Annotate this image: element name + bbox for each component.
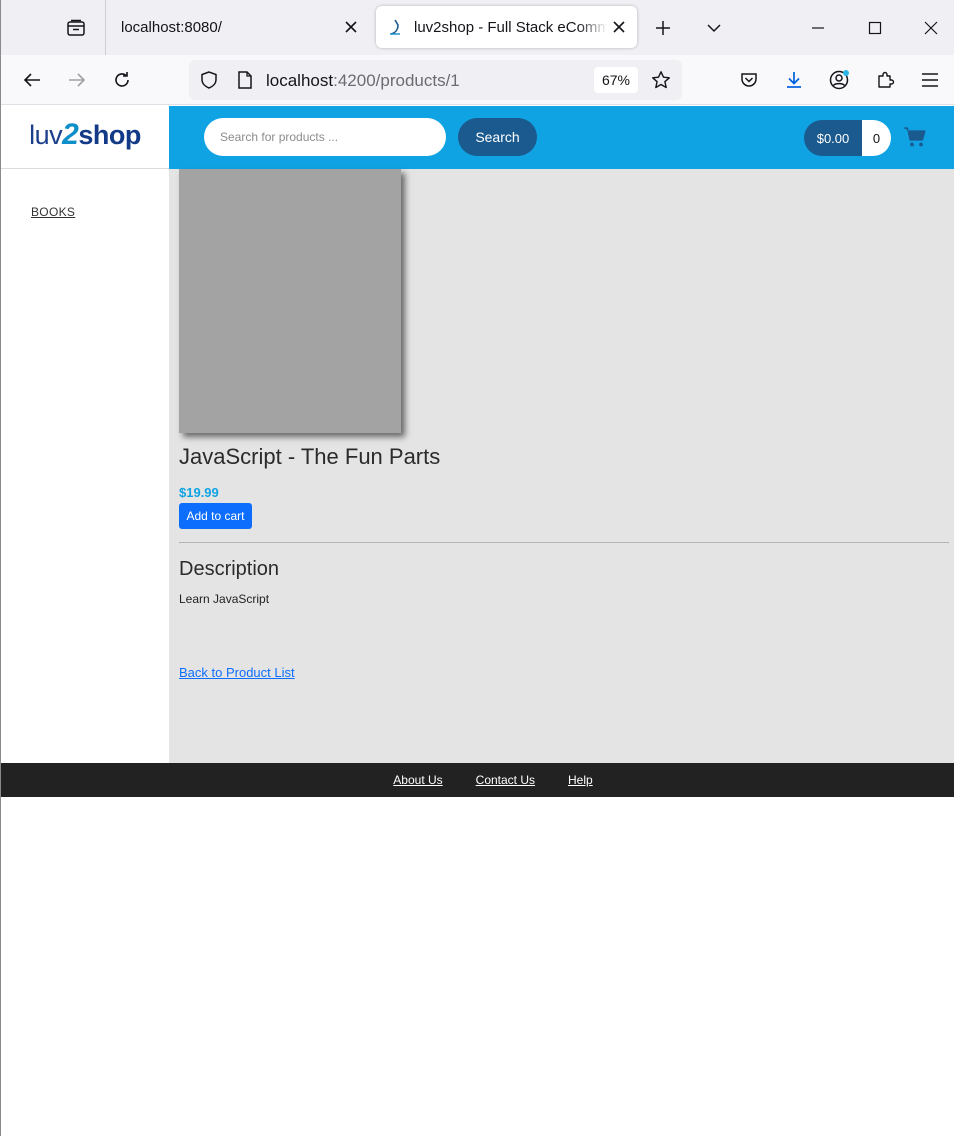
maximize-icon[interactable] [859, 12, 891, 44]
tab-overview-icon[interactable] [53, 10, 99, 46]
minimize-icon[interactable] [802, 12, 834, 44]
zoom-level-button[interactable]: 67% [594, 67, 638, 93]
download-icon[interactable] [778, 64, 810, 96]
url-host: localhost [266, 71, 334, 90]
url-bar[interactable]: localhost:4200/products/1 67% [189, 60, 682, 100]
luv2shop-favicon-icon [390, 19, 400, 35]
shield-icon[interactable] [197, 68, 221, 92]
description-heading: Description [179, 558, 280, 580]
brand-logo[interactable]: luv2shop [1, 106, 169, 169]
tab-title: localhost:8080/ [121, 18, 222, 36]
tab-title: luv2shop - Full Stack eCommerce [414, 18, 607, 36]
sidebar-item-books[interactable]: BOOKS [31, 205, 75, 219]
divider [179, 542, 949, 543]
cart-total: $0.00 [804, 120, 862, 156]
footer-links: About Us Contact Us Help [1, 763, 954, 797]
back-to-product-list-link[interactable]: Back to Product List [179, 665, 295, 680]
browser-tab-strip: localhost:8080/ luv2shop - Full Stack eC… [1, 0, 954, 55]
back-arrow-icon[interactable] [16, 64, 48, 96]
product-details: JavaScript - The Fun Parts $19.99 Add to… [169, 169, 954, 763]
search-button[interactable]: Search [458, 118, 537, 156]
logo-part-2: 2 [62, 118, 79, 151]
logo-text: luv2shop [29, 118, 141, 152]
close-icon[interactable] [339, 15, 363, 39]
footer-link-contact-us[interactable]: Contact Us [476, 773, 535, 787]
cart-quantity: 0 [862, 120, 891, 156]
site-footer: About Us Contact Us Help [1, 763, 954, 797]
footer-link-about-us[interactable]: About Us [393, 773, 442, 787]
star-icon[interactable] [649, 68, 673, 92]
product-image [179, 169, 401, 433]
shopping-cart-icon[interactable] [903, 125, 927, 149]
cart-status[interactable]: $0.00 0 [804, 120, 891, 156]
product-price: $19.99 [179, 485, 219, 500]
add-to-cart-button[interactable]: Add to cart [179, 503, 252, 529]
puzzle-icon[interactable] [869, 64, 901, 96]
close-icon[interactable] [607, 15, 631, 39]
account-icon[interactable] [823, 64, 855, 96]
plus-icon[interactable] [647, 12, 679, 44]
browser-navigation-toolbar: localhost:4200/products/1 67% [1, 55, 954, 105]
tab-luv2shop[interactable]: luv2shop - Full Stack eCommerce [376, 6, 637, 48]
forward-arrow-icon[interactable] [61, 64, 93, 96]
tab-separator [105, 0, 106, 55]
reload-icon[interactable] [106, 64, 138, 96]
web-page: luv2shop Search $0.00 0 BOOKS JavaScript… [1, 106, 954, 1136]
close-icon[interactable] [915, 12, 947, 44]
pocket-icon[interactable] [733, 64, 765, 96]
logo-part-luv: luv [29, 120, 63, 150]
site-header: Search $0.00 0 [169, 106, 954, 169]
url-text[interactable]: localhost:4200/products/1 [266, 71, 460, 91]
logo-part-shop: shop [78, 120, 141, 150]
search-input[interactable] [204, 118, 446, 156]
tab-localhost-8080[interactable]: localhost:8080/ [107, 6, 369, 48]
product-name: JavaScript - The Fun Parts [179, 444, 441, 469]
url-path: :4200/products/1 [333, 71, 460, 90]
hamburger-menu-icon[interactable] [914, 64, 946, 96]
footer-link-help[interactable]: Help [568, 773, 593, 787]
page-icon[interactable] [233, 68, 257, 92]
chevron-down-icon[interactable] [698, 12, 730, 44]
product-description: Learn JavaScript [179, 592, 270, 606]
category-sidebar: BOOKS [1, 169, 169, 763]
